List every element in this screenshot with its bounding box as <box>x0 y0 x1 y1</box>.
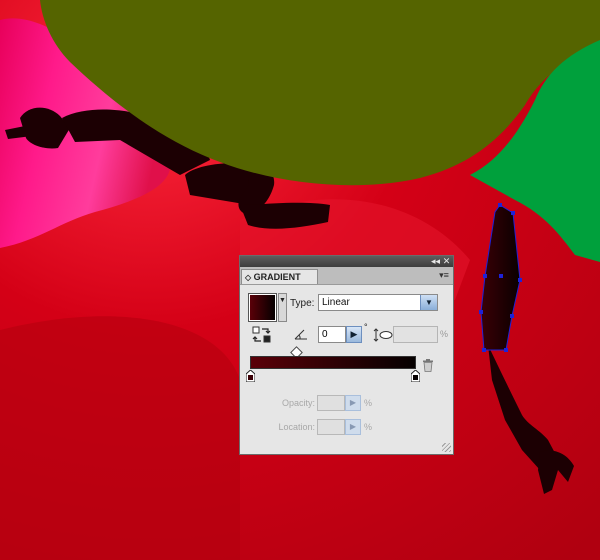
gradient-swatch-fill <box>250 295 275 320</box>
swatch-dropdown-button[interactable]: ▼ <box>278 293 287 322</box>
gradient-swatch[interactable] <box>248 293 277 322</box>
aspect-percent-label: % <box>440 329 449 339</box>
opacity-label: Opacity: <box>281 398 315 408</box>
type-select-value: Linear <box>322 297 350 308</box>
degree-symbol: ° <box>364 322 368 332</box>
reverse-gradient-icon[interactable] <box>252 326 272 344</box>
tab-gradient[interactable]: ◇ GRADIENT <box>241 269 318 284</box>
gradient-ramp[interactable] <box>250 356 416 369</box>
angle-icon <box>294 329 307 340</box>
gradient-panel: ◂◂ ✕ ◇ GRADIENT ▾≡ ▼ Type: Linear ▼ 0 ▶ … <box>239 255 454 455</box>
type-select[interactable]: Linear ▼ <box>318 294 438 311</box>
aspect-ratio-input <box>393 326 438 343</box>
close-icon[interactable]: ✕ <box>441 256 452 267</box>
aspect-ratio-icon <box>373 328 393 342</box>
panel-titlebar[interactable]: ◂◂ ✕ <box>240 256 453 267</box>
gradient-stop-right[interactable] <box>411 370 420 382</box>
resize-grip[interactable] <box>442 443 451 452</box>
panel-menu-icon[interactable]: ▾≡ <box>437 270 451 280</box>
angle-stepper-button[interactable]: ▶ <box>346 326 362 343</box>
trash-icon[interactable] <box>422 359 434 372</box>
gradient-stop-left[interactable] <box>246 370 255 382</box>
location-stepper-button: ▶ <box>345 419 361 435</box>
location-label: Location: <box>278 422 315 432</box>
opacity-stepper-button: ▶ <box>345 395 361 411</box>
dark-red-fold <box>0 316 240 560</box>
panel-tab-row: ◇ GRADIENT ▾≡ <box>240 267 453 285</box>
tab-arrows-icon: ◇ <box>245 273 252 282</box>
opacity-percent-label: % <box>364 398 373 408</box>
double-left-arrow-icon[interactable]: ◂◂ <box>430 256 441 267</box>
tab-gradient-label: GRADIENT <box>253 272 301 282</box>
location-input <box>317 419 345 435</box>
location-percent-label: % <box>364 422 373 432</box>
type-label: Type: <box>290 298 315 309</box>
angle-input[interactable]: 0 <box>318 326 346 343</box>
chevron-down-icon[interactable]: ▼ <box>420 295 437 310</box>
opacity-input <box>317 395 345 411</box>
